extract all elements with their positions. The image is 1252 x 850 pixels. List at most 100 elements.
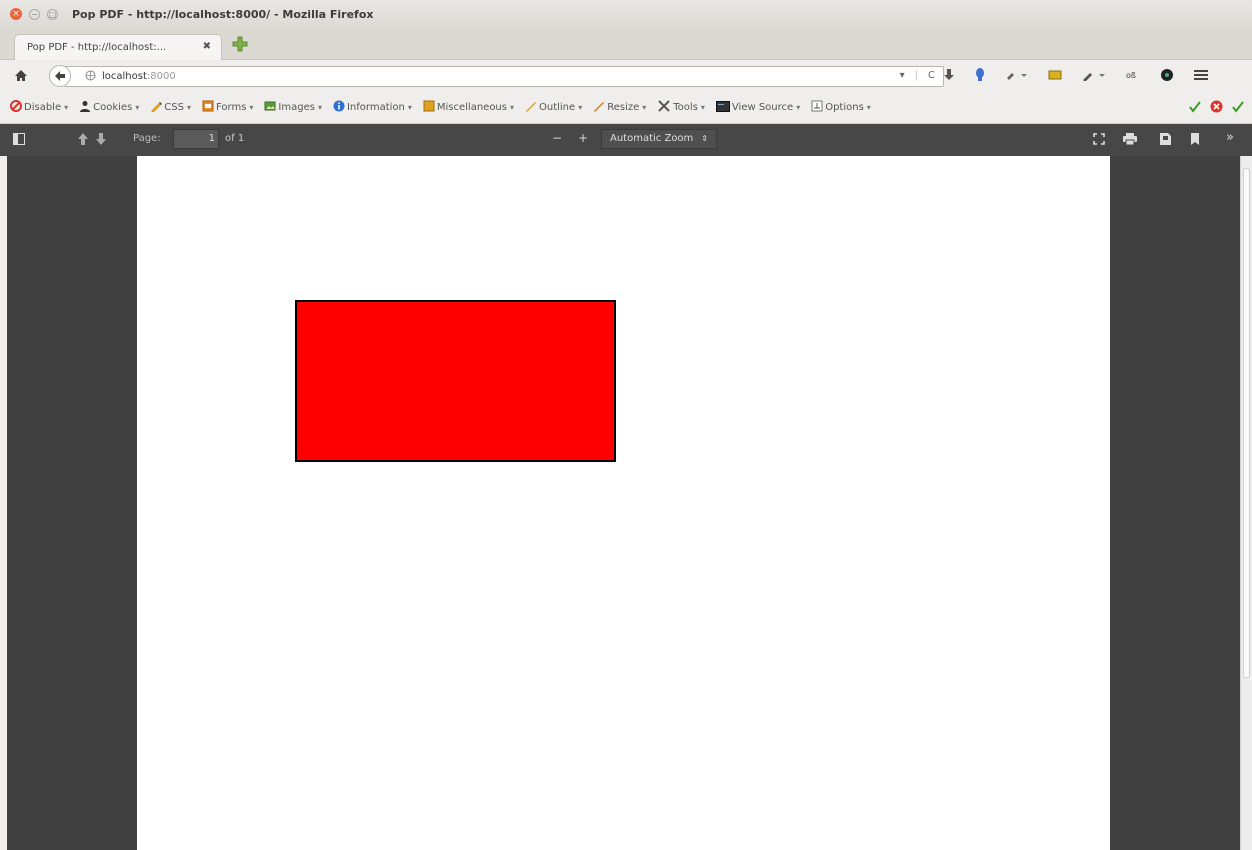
chevron-down-icon: ▾ (186, 103, 191, 112)
ruler-icon[interactable] (1048, 70, 1062, 83)
scrollbar-thumb[interactable] (1243, 168, 1250, 678)
url-history-dropdown-icon[interactable]: ▾ (900, 70, 905, 81)
dev-menu-label: View Source (731, 102, 794, 113)
dev-menu-label: Tools (673, 102, 698, 113)
dev-menu-outline[interactable]: Outline ▾ (525, 100, 582, 115)
dev-menu-view-source[interactable]: View Source ▾ (715, 100, 801, 115)
tools-menu-button[interactable]: » (1226, 130, 1234, 145)
chevron-down-icon: ▾ (407, 103, 412, 112)
chevron-down-icon: ▾ (64, 103, 69, 112)
menu-icon[interactable] (1194, 69, 1208, 84)
url-bar[interactable]: localhost:8000 ▾ | C (64, 66, 944, 87)
tab-strip: Pop PDF - http://localhost:... ✖ (0, 28, 1252, 60)
reload-icon[interactable]: C (928, 70, 935, 81)
window-minimize-button[interactable]: − (29, 8, 40, 20)
resize-icon (593, 100, 605, 115)
zoom-select[interactable]: Automatic Zoom ⇕ (601, 129, 717, 149)
new-tab-icon[interactable] (232, 36, 248, 52)
window-maximize-button[interactable]: □ (47, 8, 58, 20)
chevron-down-icon: ▾ (249, 103, 254, 112)
dev-menu-label: Miscellaneous (436, 102, 507, 113)
dev-menu-css[interactable]: CSS ▾ (150, 100, 191, 115)
pdf-page (137, 156, 1110, 850)
bookmark-icon[interactable] (1191, 133, 1199, 148)
information-icon (333, 100, 345, 115)
tools-icon (657, 100, 671, 115)
navigation-bar: localhost:8000 ▾ | C oß (0, 60, 1252, 92)
home-icon[interactable] (14, 69, 28, 85)
dev-menu-label: Resize (607, 102, 640, 113)
disable-icon (10, 100, 22, 115)
back-button[interactable] (49, 65, 71, 87)
images-icon (264, 100, 276, 115)
window-title: Pop PDF - http://localhost:8000/ - Mozil… (72, 7, 374, 21)
tab-label: Pop PDF - http://localhost:... (27, 42, 167, 53)
dev-menu-information[interactable]: Information ▾ (333, 100, 412, 115)
chevron-down-icon: ▾ (866, 103, 871, 112)
zoom-in-button[interactable]: + (578, 131, 588, 145)
select-caret-icon: ⇕ (701, 134, 708, 143)
dev-menu-options[interactable]: Options ▾ (811, 100, 871, 115)
cookies-icon (79, 100, 91, 115)
download-document-icon[interactable] (1160, 133, 1171, 148)
dev-menu-label: Information (346, 102, 405, 113)
dev-menu-tools[interactable]: Tools ▾ (657, 100, 705, 115)
chevron-down-icon: ▾ (796, 103, 801, 112)
chevron-down-icon: ▾ (509, 103, 514, 112)
next-page-icon[interactable] (96, 133, 106, 148)
presentation-mode-icon[interactable] (1093, 133, 1105, 148)
vertical-scrollbar[interactable] (1240, 156, 1252, 850)
sidebar-toggle-icon[interactable] (13, 133, 25, 148)
zoom-out-button[interactable]: − (552, 131, 562, 145)
chevron-down-icon: ▾ (700, 103, 705, 112)
miscellaneous-icon (423, 100, 435, 115)
dev-menu-disable[interactable]: Disable ▾ (10, 100, 68, 115)
dev-menu-miscellaneous[interactable]: Miscellaneous ▾ (423, 100, 514, 115)
chevron-down-icon: ▾ (578, 103, 583, 112)
color-picker-icon[interactable] (1006, 70, 1028, 83)
validate-css-check-icon[interactable] (1189, 100, 1201, 116)
page-count: of 1 (225, 133, 245, 144)
dev-menu-images[interactable]: Images ▾ (264, 100, 322, 115)
window-left-edge (0, 156, 7, 850)
dev-menu-forms[interactable]: Forms ▾ (202, 100, 253, 115)
site-identity-icon[interactable] (85, 70, 96, 84)
back-arrow-icon (55, 71, 65, 81)
dev-menu-label: Images (278, 102, 315, 113)
download-icon[interactable] (944, 68, 954, 84)
previous-page-icon[interactable] (78, 133, 88, 148)
url-port: :8000 (146, 71, 176, 82)
chevron-down-icon: ▾ (317, 103, 322, 112)
forms-icon (202, 100, 214, 115)
chevron-down-icon: ▾ (642, 103, 647, 112)
css-icon (150, 100, 163, 115)
tab-pop-pdf[interactable]: Pop PDF - http://localhost:... ✖ (14, 34, 222, 60)
eyedropper-icon[interactable] (1082, 69, 1106, 84)
validate-html-check-icon[interactable] (1232, 100, 1244, 116)
tab-close-icon[interactable]: ✖ (203, 41, 211, 52)
dev-menu-label: Forms (216, 102, 247, 113)
options-icon (811, 100, 823, 115)
addon-icon[interactable] (974, 67, 986, 85)
error-icon[interactable] (1210, 100, 1223, 116)
outline-icon (525, 100, 537, 115)
red-rectangle-shape (295, 300, 616, 462)
dev-menu-resize[interactable]: Resize ▾ (593, 100, 646, 115)
pdf-toolbar: Page: 1 of 1 − + Automatic Zoom ⇕ » (0, 124, 1252, 156)
view-source-icon (715, 100, 730, 115)
dev-menu-label: Options (825, 102, 864, 113)
dev-menu-cookies[interactable]: Cookies ▾ (79, 100, 139, 115)
seo-icon[interactable]: oß (1126, 70, 1140, 83)
dev-menu-label: Cookies (93, 102, 133, 113)
web-developer-toolbar: Disable ▾ Cookies ▾ CSS ▾ Forms ▾ Images ▾ In… (0, 92, 1252, 124)
dev-menu-label: Disable (24, 102, 62, 113)
page-label: Page: (133, 133, 161, 144)
window-close-button[interactable]: × (10, 8, 22, 20)
dev-menu-label: Outline (539, 102, 576, 113)
dev-menu-label: CSS (164, 102, 184, 113)
zoom-select-value: Automatic Zoom (610, 133, 694, 144)
print-icon[interactable] (1123, 133, 1137, 148)
window-titlebar: × − □ Pop PDF - http://localhost:8000/ -… (0, 0, 1252, 28)
ghost-icon[interactable] (1160, 68, 1174, 85)
page-number-input[interactable]: 1 (173, 129, 219, 149)
